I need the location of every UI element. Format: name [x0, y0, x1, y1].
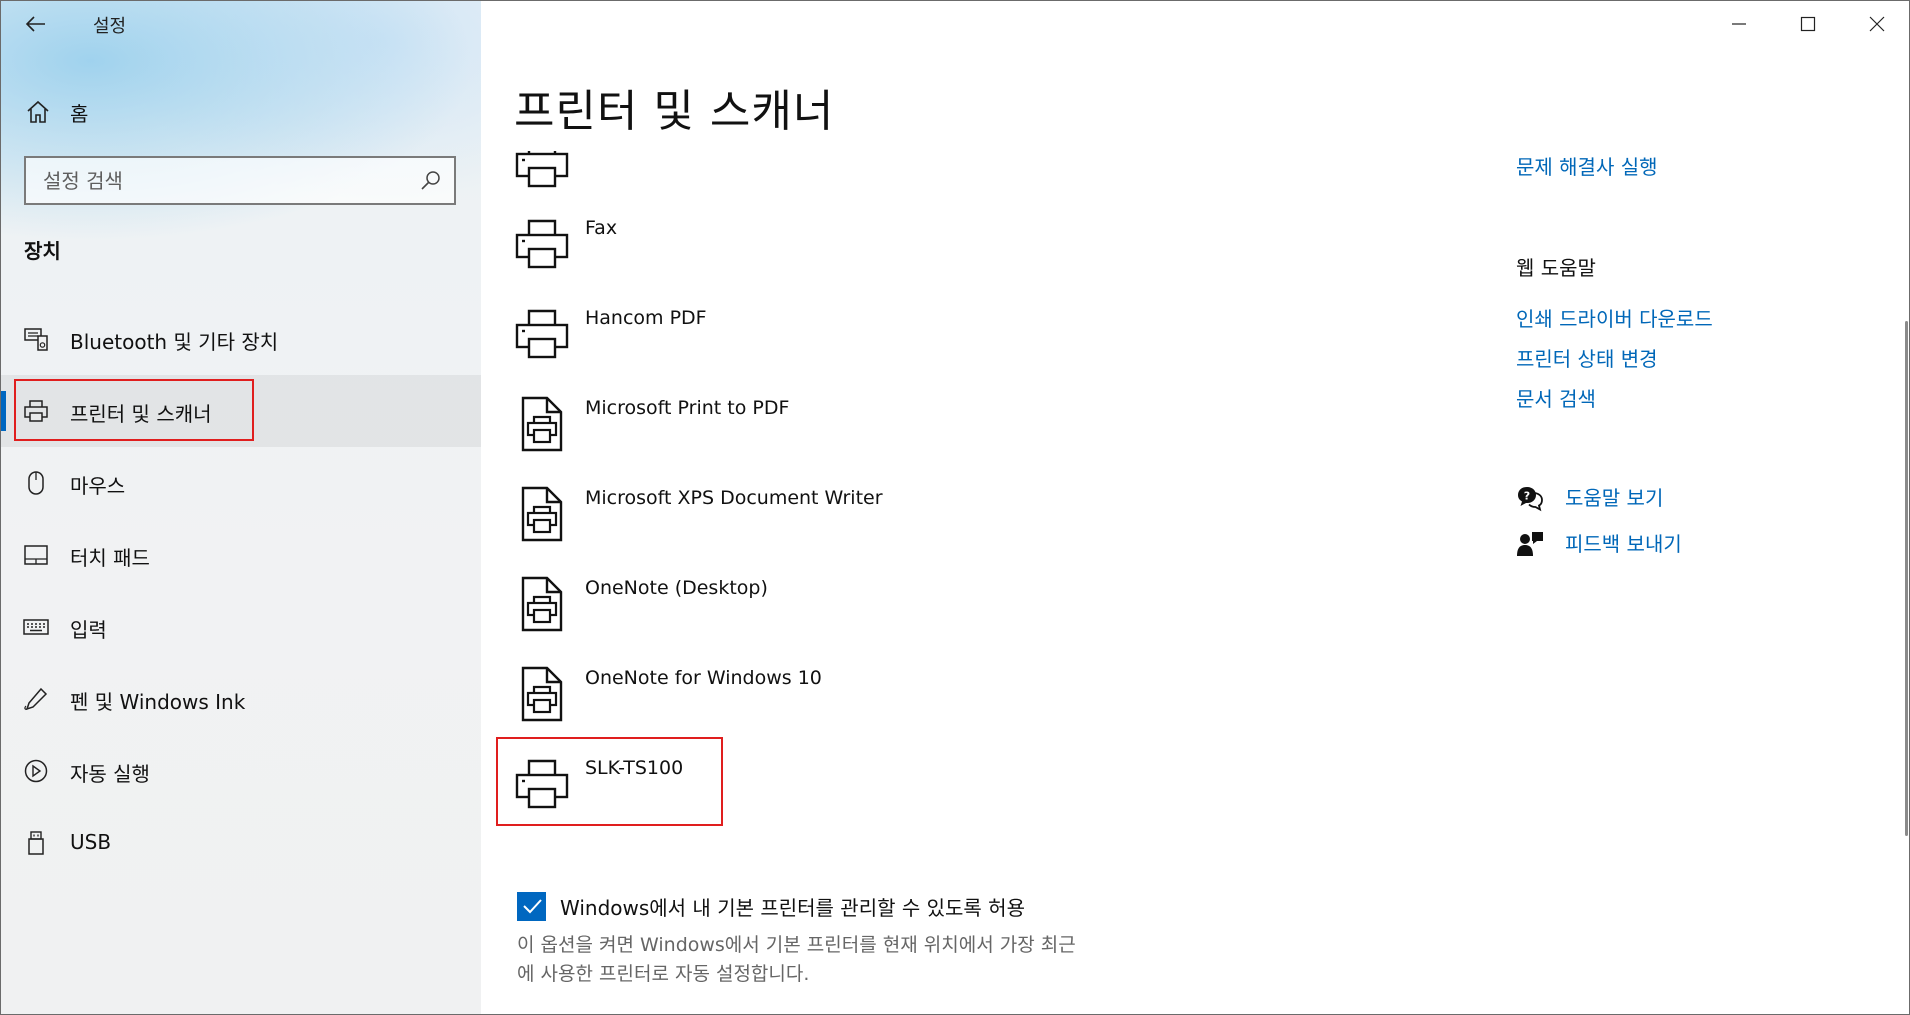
nav-home[interactable]: 홈 — [1, 89, 481, 135]
printer-name: Microsoft Print to PDF — [585, 397, 790, 419]
settings-window: 설정 홈 장치 Bluetoo — [0, 0, 1910, 1015]
sidebar-item-typing[interactable]: 입력 — [1, 591, 481, 663]
sidebar-item-printers[interactable]: 프린터 및 스캐너 — [1, 375, 481, 447]
sidebar-item-label: 펜 및 Windows Ink — [70, 690, 246, 714]
search-documents-link[interactable]: 문서 검색 — [1516, 383, 1596, 412]
scrollbar[interactable] — [1905, 321, 1908, 836]
sidebar-item-label: 마우스 — [70, 474, 126, 498]
description-line: 에 사용한 프린터로 자동 설정합니다. — [517, 963, 810, 985]
bluetooth-devices-icon — [24, 328, 48, 351]
home-icon — [27, 100, 49, 123]
get-help-icon: ? — [1518, 487, 1543, 512]
sidebar-item-label: 프린터 및 스캐너 — [70, 402, 212, 426]
close-icon — [1869, 16, 1884, 32]
sidebar: 설정 홈 장치 Bluetoo — [1, 1, 481, 1014]
printer-name: Microsoft XPS Document Writer — [585, 487, 883, 509]
usb-icon — [28, 831, 44, 855]
sidebar-item-bluetooth[interactable]: Bluetooth 및 기타 장치 — [1, 303, 481, 375]
printer-name: Hancom PDF — [585, 307, 707, 329]
minimize-icon — [1731, 23, 1746, 25]
svg-text:?: ? — [1524, 490, 1530, 503]
document-printer-icon — [521, 576, 563, 632]
sidebar-item-autoplay[interactable]: 자동 실행 — [1, 735, 481, 807]
search-input[interactable] — [26, 158, 406, 203]
feedback-icon — [1517, 532, 1543, 556]
printer-item-partial[interactable] — [513, 151, 1413, 188]
checkbox-description: 이 옵션을 켜면 Windows에서 기본 프린터를 현재 위치에서 가장 최근… — [517, 931, 1237, 989]
printer-icon — [515, 759, 569, 809]
printer-name: OneNote (Desktop) — [585, 577, 768, 599]
section-title: 장치 — [24, 239, 61, 263]
printer-icon — [515, 151, 569, 188]
printer-list: Fax Hancom PDF Microsoft Print to PDF Mi… — [513, 151, 1413, 831]
sidebar-item-usb[interactable]: USB — [1, 807, 481, 879]
printer-item[interactable]: OneNote for Windows 10 — [513, 665, 1413, 755]
troubleshooter-link[interactable]: 문제 해결사 실행 — [1516, 151, 1658, 180]
give-feedback-link[interactable]: 피드백 보내기 — [1565, 528, 1682, 557]
web-help-heading: 웹 도움말 — [1516, 256, 1596, 280]
printer-item[interactable]: OneNote (Desktop) — [513, 575, 1413, 665]
page-title: 프린터 및 스캐너 — [514, 86, 835, 137]
printer-item[interactable]: Microsoft Print to PDF — [513, 395, 1413, 485]
maximize-icon — [1800, 16, 1815, 32]
minimize-button[interactable] — [1704, 1, 1773, 47]
checkbox-label: Windows에서 내 기본 프린터를 관리할 수 있도록 허용 — [560, 895, 1025, 920]
document-printer-icon — [521, 486, 563, 542]
printer-icon — [24, 400, 48, 422]
description-line: 이 옵션을 켜면 Windows에서 기본 프린터를 현재 위치에서 가장 최근 — [517, 934, 1076, 956]
default-printer-option[interactable]: Windows에서 내 기본 프린터를 관리할 수 있도록 허용 — [517, 889, 1025, 923]
printer-item[interactable]: Hancom PDF — [513, 305, 1413, 395]
close-button[interactable] — [1842, 1, 1909, 47]
sidebar-item-label: USB — [70, 830, 112, 854]
printer-icon — [515, 219, 569, 269]
main-content: 프린터 및 스캐너 Fax Hancom PDF Microsoft Print… — [481, 1, 1909, 1014]
keyboard-icon — [23, 619, 49, 635]
nav-list: Bluetooth 및 기타 장치 프린터 및 스캐너 마우스 터치 패드 입력… — [1, 303, 481, 879]
mouse-icon — [28, 471, 44, 495]
document-printer-icon — [521, 666, 563, 722]
checkmark-icon — [522, 899, 542, 914]
touchpad-icon — [24, 545, 48, 565]
sidebar-item-label: 입력 — [70, 618, 107, 642]
autoplay-icon — [24, 759, 48, 783]
download-driver-link[interactable]: 인쇄 드라이버 다운로드 — [1516, 303, 1713, 332]
printer-item-slk-ts100[interactable]: SLK-TS100 — [513, 755, 1413, 831]
printer-icon — [515, 309, 569, 359]
document-printer-icon — [521, 396, 563, 452]
sidebar-item-label: 터치 패드 — [70, 546, 150, 570]
nav-home-label: 홈 — [70, 102, 89, 126]
sidebar-item-pen[interactable]: 펜 및 Windows Ink — [1, 663, 481, 735]
printer-name: SLK-TS100 — [585, 757, 684, 779]
maximize-button[interactable] — [1773, 1, 1842, 47]
search-box[interactable] — [24, 156, 456, 205]
sidebar-item-mouse[interactable]: 마우스 — [1, 447, 481, 519]
sidebar-item-label: 자동 실행 — [70, 762, 150, 786]
printer-item[interactable]: Fax — [513, 215, 1413, 305]
default-printer-checkbox[interactable] — [517, 891, 546, 921]
selection-indicator — [1, 391, 6, 431]
sidebar-item-label: Bluetooth 및 기타 장치 — [70, 330, 279, 354]
printer-name: OneNote for Windows 10 — [585, 667, 822, 689]
get-help-link[interactable]: 도움말 보기 — [1565, 482, 1663, 511]
window-controls — [1704, 1, 1909, 47]
back-arrow-icon — [25, 16, 45, 32]
search-icon[interactable] — [420, 170, 442, 192]
sidebar-item-touchpad[interactable]: 터치 패드 — [1, 519, 481, 591]
printer-item[interactable]: Microsoft XPS Document Writer — [513, 485, 1413, 575]
pen-icon — [24, 687, 48, 711]
back-button[interactable] — [19, 9, 53, 39]
app-title: 설정 — [93, 16, 127, 37]
printer-name: Fax — [585, 217, 618, 239]
change-printer-status-link[interactable]: 프린터 상태 변경 — [1516, 343, 1658, 372]
